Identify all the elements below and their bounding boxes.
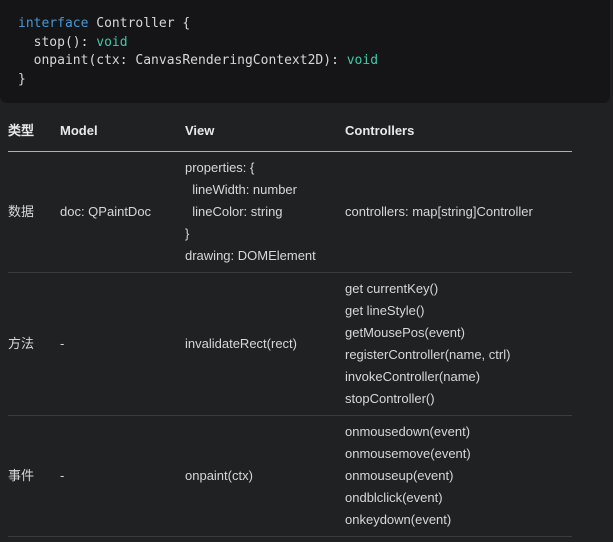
code-line-1: interface Controller { [18, 16, 190, 31]
cell-type: 方法 [8, 273, 60, 416]
code-block-interface-controller: interface Controller { stop(): void onpa… [0, 0, 610, 103]
code-line-3: onpaint(ctx: CanvasRenderingContext2D): … [18, 53, 378, 68]
code-line-2: stop(): void [18, 35, 128, 50]
mvc-table: 类型 Model View Controllers 数据 doc: QPaint… [8, 118, 572, 537]
code-type-void: void [347, 53, 378, 68]
code-line-4: } [18, 72, 26, 87]
cell-controllers: onmousedown(event) onmousemove(event) on… [345, 416, 572, 537]
code-line-3-pre: onpaint(ctx: CanvasRenderingContext2D): [18, 53, 347, 68]
table-header-model: Model [60, 118, 185, 152]
code-line-1-rest: Controller { [88, 16, 190, 31]
cell-model: - [60, 273, 185, 416]
table-header-controllers: Controllers [345, 118, 572, 152]
table-header-view: View [185, 118, 345, 152]
cell-view: properties: { lineWidth: number lineColo… [185, 152, 345, 273]
code-keyword-interface: interface [18, 16, 88, 31]
mvc-table-container: 类型 Model View Controllers 数据 doc: QPaint… [8, 118, 613, 537]
cell-controllers: controllers: map[string]Controller [345, 152, 572, 273]
table-header-type: 类型 [8, 118, 60, 152]
code-type-void: void [96, 35, 127, 50]
cell-model: - [60, 416, 185, 537]
table-row: 数据 doc: QPaintDoc properties: { lineWidt… [8, 152, 572, 273]
table-row: 事件 - onpaint(ctx) onmousedown(event) onm… [8, 416, 572, 537]
cell-controllers: get currentKey() get lineStyle() getMous… [345, 273, 572, 416]
cell-view: onpaint(ctx) [185, 416, 345, 537]
cell-type: 事件 [8, 416, 60, 537]
table-header-row: 类型 Model View Controllers [8, 118, 572, 152]
code-line-2-pre: stop(): [18, 35, 96, 50]
table-row: 方法 - invalidateRect(rect) get currentKey… [8, 273, 572, 416]
cell-type: 数据 [8, 152, 60, 273]
cell-view: invalidateRect(rect) [185, 273, 345, 416]
cell-model: doc: QPaintDoc [60, 152, 185, 273]
